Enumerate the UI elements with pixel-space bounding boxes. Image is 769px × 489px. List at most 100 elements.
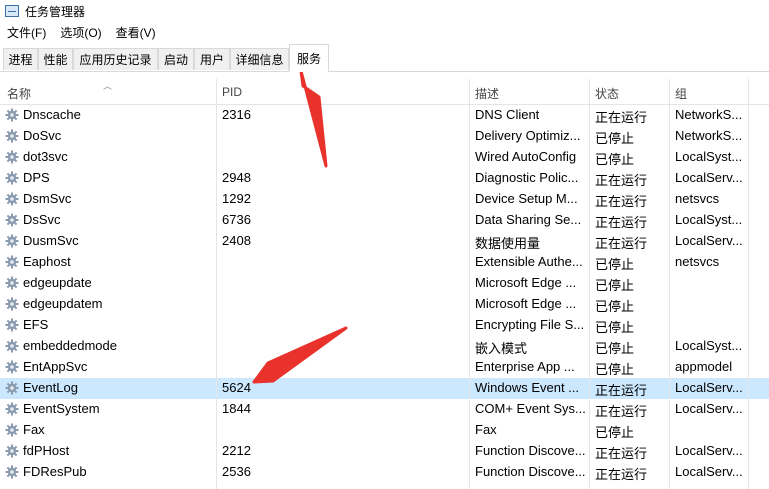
- service-row[interactable]: EFS Encrypting File S... 已停止: [0, 315, 769, 336]
- service-name: edgeupdate: [23, 275, 92, 290]
- service-description: Enterprise App ...: [475, 359, 575, 374]
- gear-service-icon: [5, 213, 19, 227]
- tab-performance[interactable]: 性能: [38, 48, 73, 70]
- service-name: fdPHost: [23, 443, 70, 458]
- gear-service-icon: [5, 150, 19, 164]
- service-group: NetworkS...: [675, 107, 743, 122]
- service-row[interactable]: fdPHost 2212 Function Discove... 正在运行 LocalS…: [0, 441, 769, 462]
- service-description: 嵌入模式: [475, 341, 528, 356]
- service-name: DsSvc: [23, 212, 61, 227]
- service-row[interactable]: DoSvc Delivery Optimiz... 已停止 NetworkS...: [0, 126, 769, 147]
- gear-service-icon: [5, 465, 19, 479]
- service-name: DPS: [23, 170, 50, 185]
- grid-line: [216, 105, 217, 489]
- column-separator[interactable]: [469, 79, 470, 104]
- service-row[interactable]: EventSystem 1844 COM+ Event Sys... 正在运行 Loca…: [0, 399, 769, 420]
- service-row[interactable]: Eaphost Extensible Authe... 已停止 netsvcs: [0, 252, 769, 273]
- service-name: dot3svc: [23, 149, 68, 164]
- service-description: DNS Client: [475, 107, 540, 122]
- gear-service-icon: [5, 360, 19, 374]
- service-group: netsvcs: [675, 191, 720, 206]
- service-description: Extensible Authe...: [475, 254, 583, 269]
- service-pid: 2316: [222, 107, 251, 122]
- column-header: 名称 PID 描述 状态 组: [0, 79, 769, 105]
- service-row[interactable]: edgeupdate Microsoft Edge ... 已停止: [0, 273, 769, 294]
- service-name: EventLog: [23, 380, 78, 395]
- service-group: appmodel: [675, 359, 733, 374]
- service-status: 正在运行: [595, 383, 648, 398]
- service-row[interactable]: DusmSvc 2408 数据使用量 正在运行 LocalServ...: [0, 231, 769, 252]
- gear-service-icon: [5, 381, 19, 395]
- service-group: LocalServ...: [675, 443, 743, 458]
- service-row[interactable]: DsmSvc 1292 Device Setup M... 正在运行 netsvcs: [0, 189, 769, 210]
- service-status: 正在运行: [595, 110, 648, 125]
- menu-file[interactable]: 文件(F): [0, 24, 53, 41]
- menu-options[interactable]: 选项(O): [53, 24, 108, 41]
- service-status: 已停止: [595, 257, 635, 272]
- tab-processes[interactable]: 进程: [3, 48, 38, 70]
- service-row[interactable]: DPS 2948 Diagnostic Polic... 正在运行 LocalServ.…: [0, 168, 769, 189]
- tab-users[interactable]: 用户: [194, 48, 230, 70]
- service-description: Fax: [475, 422, 497, 437]
- gear-service-icon: [5, 297, 19, 311]
- title-bar: 任务管理器: [0, 0, 769, 22]
- column-separator[interactable]: [589, 79, 590, 104]
- service-status: 已停止: [595, 341, 635, 356]
- service-status: 正在运行: [595, 215, 648, 230]
- tab-bar: 进程 性能 应用历史记录 启动 用户 详细信息 服务: [0, 44, 769, 72]
- service-row[interactable]: EventLog 5624 Windows Event ... 正在运行 LocalSe…: [0, 378, 769, 399]
- column-name[interactable]: 名称: [7, 85, 31, 102]
- tab-services[interactable]: 服务: [289, 44, 329, 72]
- column-pid[interactable]: PID: [222, 85, 242, 99]
- gear-service-icon: [5, 276, 19, 290]
- service-description: COM+ Event Sys...: [475, 401, 585, 416]
- service-pid: 1844: [222, 401, 251, 416]
- service-status: 正在运行: [595, 236, 648, 251]
- service-status: 正在运行: [595, 404, 648, 419]
- gear-service-icon: [5, 108, 19, 122]
- service-row[interactable]: Dnscache 2316 DNS Client 正在运行 NetworkS...: [0, 105, 769, 126]
- service-row[interactable]: Fax Fax 已停止: [0, 420, 769, 441]
- service-status: 已停止: [595, 320, 635, 335]
- column-group[interactable]: 组: [675, 85, 687, 102]
- service-name: DsmSvc: [23, 191, 72, 206]
- service-status: 正在运行: [595, 467, 648, 482]
- gear-service-icon: [5, 444, 19, 458]
- service-row[interactable]: dot3svc Wired AutoConfig 已停止 LocalSyst...: [0, 147, 769, 168]
- service-group: LocalSyst...: [675, 338, 743, 353]
- gear-service-icon: [5, 234, 19, 248]
- column-separator[interactable]: [748, 79, 749, 104]
- service-row[interactable]: EntAppSvc Enterprise App ... 已停止 appmodel: [0, 357, 769, 378]
- service-description: Device Setup M...: [475, 191, 578, 206]
- column-status[interactable]: 状态: [595, 85, 619, 102]
- menu-view[interactable]: 查看(V): [109, 24, 163, 41]
- service-group: LocalServ...: [675, 233, 743, 248]
- gear-service-icon: [5, 129, 19, 143]
- service-group: NetworkS...: [675, 128, 743, 143]
- service-row[interactable]: edgeupdatem Microsoft Edge ... 已停止: [0, 294, 769, 315]
- service-row[interactable]: embeddedmode 嵌入模式 已停止 LocalSyst...: [0, 336, 769, 357]
- column-separator[interactable]: [216, 79, 217, 104]
- task-manager-icon: [5, 5, 19, 17]
- service-row[interactable]: DsSvc 6736 Data Sharing Se... 正在运行 LocalSyst…: [0, 210, 769, 231]
- column-separator[interactable]: [669, 79, 670, 104]
- tab-details[interactable]: 详细信息: [230, 48, 289, 70]
- service-row[interactable]: FDResPub 2536 Function Discove... 正在运行 Local…: [0, 462, 769, 483]
- service-status: 正在运行: [595, 446, 648, 461]
- menu-bar: 文件(F) 选项(O) 查看(V): [0, 22, 163, 43]
- service-description: Microsoft Edge ...: [475, 296, 577, 311]
- service-group: netsvcs: [675, 254, 720, 269]
- grid-line: [589, 105, 590, 489]
- tab-app-history[interactable]: 应用历史记录: [73, 48, 158, 70]
- service-group: LocalServ...: [675, 401, 743, 416]
- service-group: LocalServ...: [675, 170, 743, 185]
- column-description[interactable]: 描述: [475, 85, 499, 102]
- tab-startup[interactable]: 启动: [158, 48, 194, 70]
- service-status: 已停止: [595, 131, 635, 146]
- gear-service-icon: [5, 192, 19, 206]
- gear-service-icon: [5, 339, 19, 353]
- service-status: 已停止: [595, 362, 635, 377]
- service-name: DusmSvc: [23, 233, 79, 248]
- service-description: Wired AutoConfig: [475, 149, 577, 164]
- service-pid: 2408: [222, 233, 251, 248]
